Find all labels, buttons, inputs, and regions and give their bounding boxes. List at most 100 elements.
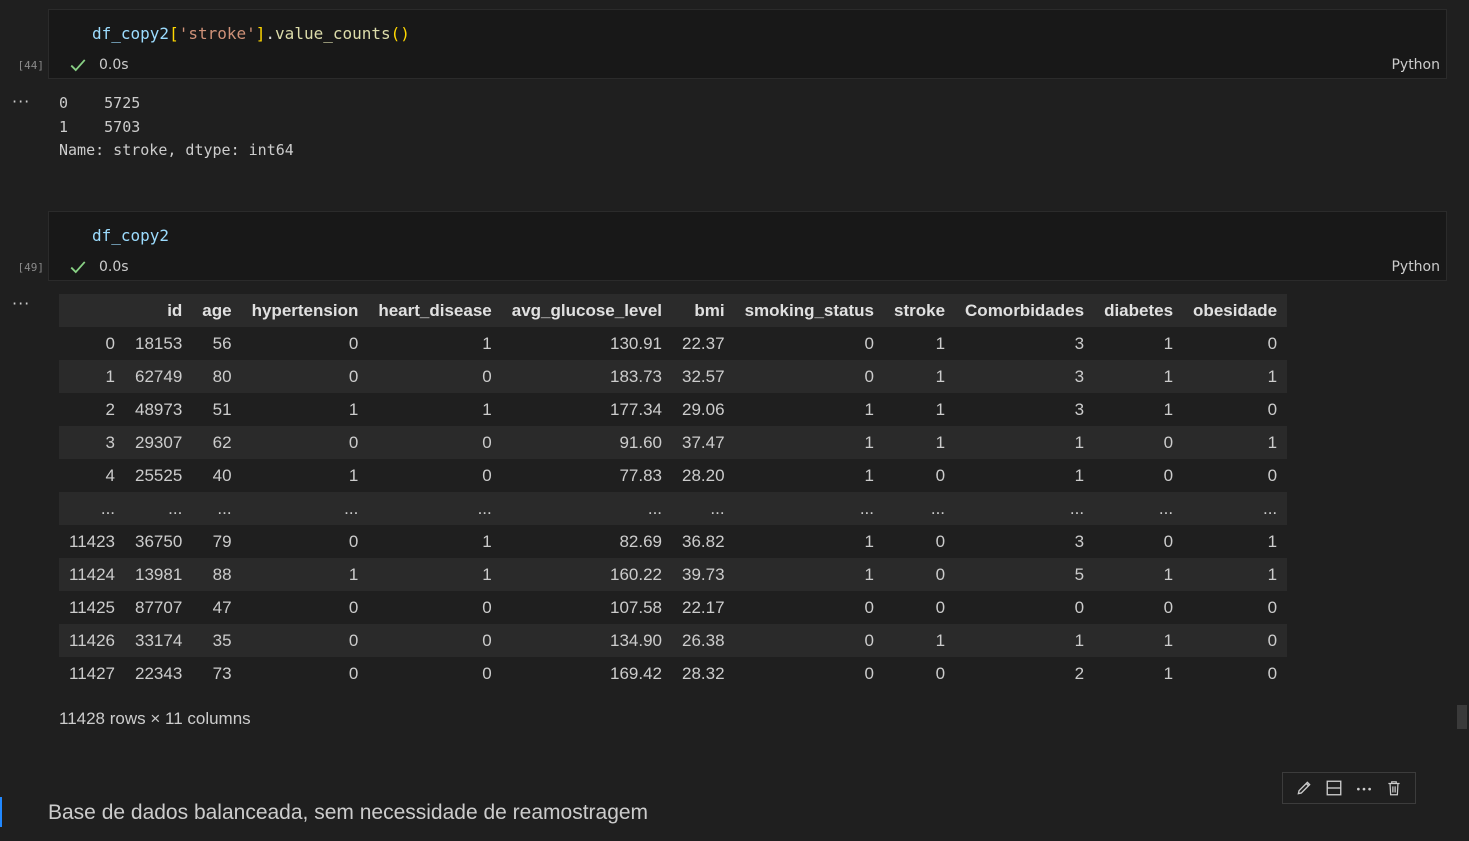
output-more-icon[interactable]: ··· [12, 94, 32, 110]
column-header: id [167, 300, 183, 320]
table-cell: 0 [935, 663, 946, 683]
markdown-text: Base de dados balanceada, sem necessidad… [48, 801, 649, 824]
table-cell: 107.58 [610, 597, 663, 617]
table-cell: 28.32 [682, 663, 725, 683]
table-cell: 32.57 [682, 366, 725, 386]
language-label[interactable]: Python [1391, 259, 1440, 275]
table-cell: 22.37 [682, 333, 725, 353]
table-row: 11424 13981 88 1 1 160.22 39.73 1 0 5 1 1 [59, 558, 1288, 591]
table-cell: 0 [1267, 630, 1278, 650]
table-row: 1 62749 80 0 0 183.73 32.57 0 1 3 1 1 [59, 360, 1288, 393]
table-cell: 0 [482, 366, 492, 386]
table-cell: 0 [935, 564, 946, 584]
column-header: obesidade [1193, 300, 1278, 320]
column-header: heart_disease [378, 300, 492, 320]
execution-count: [44] [17, 59, 45, 72]
scrollbar-thumb[interactable] [1457, 705, 1467, 729]
table-cell: 82.69 [619, 531, 663, 551]
table-cell: 88 [212, 564, 232, 584]
table-cell: 1 [1163, 630, 1174, 650]
column-header: bmi [694, 300, 725, 320]
row-index: ... [100, 498, 116, 518]
table-cell: 1 [482, 333, 492, 353]
check-icon [70, 59, 86, 72]
table-cell: 0 [935, 465, 946, 485]
code-cell[interactable]: df_copy2 0.0s Python [48, 211, 1447, 281]
table-cell: 0 [864, 630, 874, 650]
table-cell: ... [1069, 498, 1085, 518]
pencil-icon[interactable] [1293, 777, 1315, 799]
table-cell: 1 [1074, 630, 1085, 650]
cell-toolbar [1282, 772, 1416, 804]
table-cell: 0 [1163, 465, 1174, 485]
table-cell: 79 [212, 531, 232, 551]
more-icon[interactable] [1353, 777, 1375, 799]
code-parens: () [390, 24, 410, 43]
table-cell: 3 [1074, 366, 1085, 386]
table-cell: 160.22 [610, 564, 663, 584]
table-cell: 1 [482, 399, 492, 419]
table-row: 11423 36750 79 0 1 82.69 36.82 1 0 3 0 1 [59, 525, 1288, 558]
table-cell: 0 [348, 366, 359, 386]
cell-output-text: 0 5725 1 5703 Name: stroke, dtype: int64 [59, 94, 294, 159]
table-cell: 18153 [135, 333, 183, 353]
table-cell: 29307 [135, 432, 183, 452]
code-bracket: [ [169, 24, 179, 43]
code-string: 'stroke' [178, 24, 256, 43]
table-cell: 134.90 [610, 630, 663, 650]
table-cell: ... [477, 498, 492, 518]
table-cell: 48973 [135, 399, 183, 419]
column-header: age [202, 300, 232, 320]
table-cell: 130.91 [610, 333, 663, 353]
column-header: hypertension [251, 300, 359, 320]
table-cell: 0 [1163, 432, 1174, 452]
dataframe-shape: 11428 rows × 11 columns [59, 709, 251, 728]
table-cell: 0 [1074, 597, 1085, 617]
table-cell: 0 [482, 465, 492, 485]
code-editor[interactable]: df_copy2 [92, 226, 169, 245]
table-cell: 87707 [135, 597, 183, 617]
table-cell: 1 [864, 432, 874, 452]
language-label[interactable]: Python [1391, 57, 1440, 73]
table-cell: 36.82 [682, 531, 725, 551]
table-cell: 5 [1074, 564, 1085, 584]
code-editor[interactable]: df_copy2['stroke'].value_counts() [92, 24, 410, 43]
table-cell: 0 [348, 663, 359, 683]
table-row: 3 29307 62 0 0 91.60 37.47 1 1 1 0 1 [59, 426, 1288, 459]
table-cell: 37.47 [682, 432, 725, 452]
code-variable: df_copy2 [92, 226, 170, 245]
row-index: 11423 [69, 531, 116, 551]
table-cell: 1 [864, 531, 874, 551]
table-cell: 0 [864, 597, 874, 617]
table-cell: 28.20 [682, 465, 725, 485]
split-cell-icon[interactable] [1323, 777, 1345, 799]
row-index: 3 [105, 432, 116, 452]
table-cell: 3 [1074, 399, 1085, 419]
table-cell: 26.38 [682, 630, 725, 650]
table-cell: 36750 [135, 531, 183, 551]
table-cell: 62749 [135, 366, 183, 386]
table-cell: 169.42 [610, 663, 663, 683]
table-cell: 3 [1074, 333, 1085, 353]
table-row: 11426 33174 35 0 0 134.90 26.38 0 1 1 1 0 [59, 624, 1288, 657]
output-more-icon[interactable]: ··· [12, 296, 32, 312]
table-cell: 0 [864, 663, 874, 683]
row-index: 0 [105, 333, 116, 353]
trash-icon[interactable] [1383, 777, 1405, 799]
table-cell: 183.73 [610, 366, 663, 386]
table-cell: 1 [1163, 564, 1174, 584]
table-cell: 1 [348, 399, 359, 419]
table-cell: 22.17 [682, 597, 725, 617]
table-cell: ... [710, 498, 725, 518]
table-cell: 0 [348, 531, 359, 551]
row-index: 4 [105, 465, 116, 485]
code-cell[interactable]: df_copy2['stroke'].value_counts() 0.0s P… [48, 9, 1447, 79]
code-function: value_counts [275, 24, 391, 43]
table-cell: 80 [212, 366, 232, 386]
row-index: 11425 [69, 597, 116, 617]
row-index: 2 [105, 399, 116, 419]
execution-duration: 0.0s [99, 57, 129, 73]
row-index: 11426 [69, 630, 116, 650]
table-cell: 1 [1074, 465, 1085, 485]
table-row: 11425 87707 47 0 0 107.58 22.17 0 0 0 0 0 [59, 591, 1288, 624]
